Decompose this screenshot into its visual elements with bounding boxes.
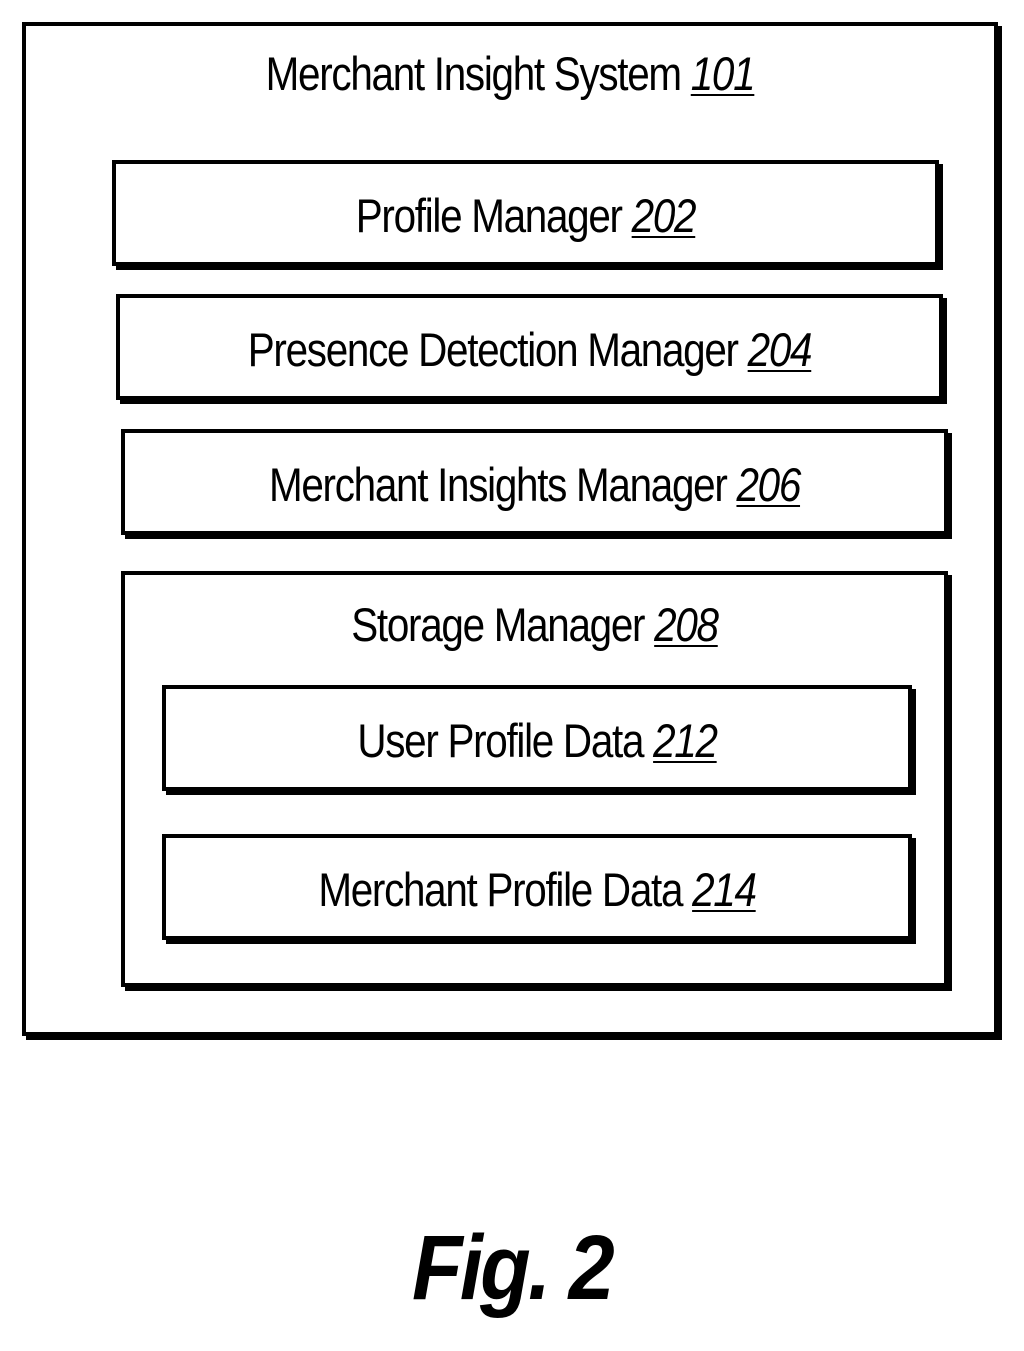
merchant-profile-data-box: Merchant Profile Data 214 (162, 834, 912, 940)
profile-manager-box: Profile Manager 202 (112, 160, 939, 266)
merchant-insight-system-label: Merchant Insight System 101 (94, 50, 926, 97)
user-profile-data-box: User Profile Data 212 (162, 685, 912, 791)
figure-caption: Fig. 2 (51, 1222, 973, 1314)
user-profile-data-ref: 212 (653, 714, 717, 767)
user-profile-data-label: User Profile Data 212 (218, 717, 856, 764)
profile-manager-name: Profile Manager (356, 189, 622, 242)
merchant-insight-system-box: Merchant Insight System 101 Profile Mana… (22, 22, 998, 1036)
merchant-insights-manager-name: Merchant Insights Manager (269, 458, 727, 511)
storage-manager-ref: 208 (654, 598, 718, 651)
presence-detection-manager-ref: 204 (748, 323, 812, 376)
merchant-profile-data-ref: 214 (692, 863, 756, 916)
merchant-insights-manager-box: Merchant Insights Manager 206 (121, 429, 948, 535)
profile-manager-label: Profile Manager 202 (173, 192, 877, 239)
merchant-insight-system-ref: 101 (691, 47, 755, 100)
presence-detection-manager-label: Presence Detection Manager 204 (177, 326, 881, 373)
profile-manager-ref: 202 (632, 189, 696, 242)
presence-detection-manager-name: Presence Detection Manager (248, 323, 738, 376)
storage-manager-name: Storage Manager (351, 598, 644, 651)
presence-detection-manager-box: Presence Detection Manager 204 (116, 294, 943, 400)
merchant-insights-manager-ref: 206 (736, 458, 800, 511)
merchant-profile-data-label: Merchant Profile Data 214 (218, 866, 856, 913)
merchant-profile-data-name: Merchant Profile Data (318, 863, 682, 916)
storage-manager-label: Storage Manager 208 (182, 601, 886, 648)
merchant-insight-system-name: Merchant Insight System (266, 47, 681, 100)
merchant-insights-manager-label: Merchant Insights Manager 206 (182, 461, 886, 508)
storage-manager-box: Storage Manager 208 User Profile Data 21… (121, 571, 948, 987)
user-profile-data-name: User Profile Data (357, 714, 643, 767)
